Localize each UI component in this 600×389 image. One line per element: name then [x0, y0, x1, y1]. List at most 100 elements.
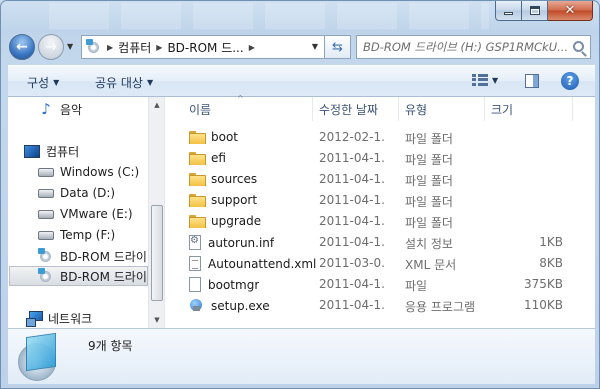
- background-ghost-text: [49, 3, 489, 29]
- file-size: 8KB: [539, 256, 563, 270]
- minimize-button[interactable]: [495, 1, 522, 21]
- nav-item-bd-rom-drive-selected[interactable]: BD-ROM 드라이: [9, 266, 148, 286]
- nav-scrollbar[interactable]: ▲ ▼: [148, 97, 164, 328]
- maximize-button[interactable]: [522, 1, 548, 21]
- folder-icon: [189, 193, 206, 207]
- file-name-cell: upgrade: [189, 214, 261, 228]
- share-with-button[interactable]: 공유 대상 ▼: [95, 74, 153, 91]
- file-name-cell: sources: [189, 172, 257, 186]
- nav-item-label: VMware (E:): [60, 207, 133, 221]
- nav-item-data-drive[interactable]: Data (D:): [38, 183, 164, 203]
- file-name: upgrade: [211, 214, 262, 228]
- scroll-up-icon[interactable]: ▲: [149, 97, 164, 113]
- breadcrumb-bd-rom[interactable]: BD-ROM 드...: [167, 39, 243, 56]
- chevron-down-icon: ▼: [53, 78, 60, 87]
- file-date: 2011-04-1...: [319, 298, 385, 312]
- document-icon: [189, 256, 201, 271]
- organize-button[interactable]: 구성 ▼: [27, 74, 59, 91]
- file-name: setup.exe: [211, 298, 270, 313]
- file-name-cell: Autounattend.xml: [189, 256, 316, 271]
- crumb-separator-icon[interactable]: ▶: [156, 43, 162, 52]
- caption-buttons: ✕: [495, 1, 593, 21]
- search-box[interactable]: BD-ROM 드라이브 (H:) GSP1RMCkU...: [356, 35, 591, 59]
- file-name: efi: [211, 151, 226, 165]
- file-date: 2011-04-1...: [319, 193, 385, 207]
- nav-item-label: 음악: [60, 102, 83, 117]
- nav-item-bd-rom-drive[interactable]: BD-ROM 드라이: [38, 246, 164, 266]
- scroll-down-icon[interactable]: ▼: [149, 312, 164, 328]
- file-date: 2011-04-1...: [319, 235, 385, 249]
- file-type: 파일 폴더: [405, 132, 453, 146]
- chevron-down-icon: ▼: [146, 78, 154, 87]
- folder-icon: [189, 151, 206, 165]
- file-size: 1KB: [539, 235, 563, 249]
- nav-item-windows-drive[interactable]: Windows (C:): [38, 162, 164, 182]
- close-icon: ✕: [564, 3, 576, 18]
- forward-button[interactable]: →: [38, 34, 64, 60]
- preview-pane-button[interactable]: [525, 74, 539, 88]
- nav-item-music[interactable]: ♪ 음악: [38, 99, 164, 119]
- breadcrumb-computer[interactable]: 컴퓨터: [118, 39, 151, 56]
- nav-item-network[interactable]: 네트워크: [26, 308, 164, 328]
- file-name: boot: [211, 130, 239, 144]
- scrollbar-thumb[interactable]: [151, 205, 163, 301]
- column-header-size[interactable]: 크기: [485, 97, 573, 121]
- address-dropdown-icon[interactable]: ▼: [312, 42, 318, 51]
- file-row[interactable]: Autounattend.xml 2011-03-0... XML 문서 8KB: [183, 253, 573, 274]
- refresh-button[interactable]: ⇆: [325, 35, 351, 59]
- network-icon: [26, 311, 43, 327]
- column-header-label: 수정한 날짜: [319, 102, 379, 117]
- back-button[interactable]: ←: [9, 34, 35, 60]
- navigation-row: ← → ▼ ▶ 컴퓨터 ▶ BD-ROM 드... ▶ ▼ ⇆ BD-ROM 드…: [7, 31, 595, 63]
- file-name-cell: bootmgr: [189, 277, 259, 292]
- file-row[interactable]: sources 2011-04-1... 파일 폴더: [183, 169, 573, 190]
- crumb-separator-icon[interactable]: ▶: [249, 43, 255, 52]
- column-header-date[interactable]: 수정한 날짜: [313, 97, 399, 121]
- nav-item-computer[interactable]: 컴퓨터: [24, 141, 164, 161]
- forward-arrow-icon: →: [45, 39, 57, 55]
- nav-item-label: BD-ROM 드라이: [60, 269, 147, 284]
- file-row[interactable]: setup.exe 2011-04-1... 응용 프로그램 110KB: [183, 295, 573, 316]
- file-row[interactable]: upgrade 2011-04-1... 파일 폴더: [183, 211, 573, 232]
- file-name: bootmgr: [208, 277, 260, 292]
- back-arrow-icon: ←: [16, 39, 28, 55]
- file-row[interactable]: bootmgr 2011-04-1... 파일 375KB: [183, 274, 573, 295]
- search-icon[interactable]: [573, 41, 584, 52]
- refresh-icon: ⇆: [332, 39, 343, 55]
- file-name: support: [211, 193, 258, 207]
- file-type: 파일 폴더: [405, 216, 453, 230]
- settings-file-icon: [189, 235, 201, 250]
- file-icon: [189, 277, 201, 292]
- nav-item-vmware-drive[interactable]: VMware (E:): [38, 204, 164, 224]
- file-row[interactable]: boot 2012-02-1... 파일 폴더: [183, 127, 573, 148]
- drive-icon: [38, 230, 54, 240]
- file-name-cell: autorun.inf: [189, 235, 274, 250]
- file-row[interactable]: efi 2011-04-1... 파일 폴더: [183, 148, 573, 169]
- recent-pages-dropdown-icon[interactable]: ▼: [67, 42, 73, 51]
- address-bar[interactable]: ▶ 컴퓨터 ▶ BD-ROM 드... ▶ ▼: [81, 35, 325, 59]
- search-input[interactable]: BD-ROM 드라이브 (H:) GSP1RMCkU...: [357, 39, 569, 55]
- item-count: 9개 항목: [88, 339, 133, 353]
- nav-item-temp-drive[interactable]: Temp (F:): [38, 225, 164, 245]
- column-header-type[interactable]: 유형: [399, 97, 485, 121]
- file-row[interactable]: autorun.inf 2011-04-1... 설치 정보 1KB: [183, 232, 573, 253]
- close-button[interactable]: ✕: [548, 1, 593, 21]
- disc-drive-icon: [18, 332, 64, 381]
- chevron-down-icon: ▼: [492, 75, 499, 85]
- crumb-separator-icon[interactable]: ▶: [107, 43, 113, 52]
- help-button[interactable]: ?: [561, 72, 579, 90]
- nav-item-label: Temp (F:): [60, 228, 116, 242]
- file-list: ^ 이름 수정한 날짜 유형 크기 boot 2012-02-1... 파일 폴…: [164, 94, 595, 328]
- change-view-button[interactable]: ▼: [472, 74, 498, 86]
- minimize-icon: [504, 12, 513, 15]
- file-type: 파일 폴더: [405, 195, 453, 209]
- command-bar: 구성 ▼ 공유 대상 ▼ ▼ ?: [8, 65, 595, 97]
- file-row[interactable]: support 2011-04-1... 파일 폴더: [183, 190, 573, 211]
- sort-ascending-icon: ^: [237, 94, 244, 103]
- file-type: 파일 폴더: [405, 153, 453, 167]
- view-details-icon: [472, 74, 488, 86]
- column-header-name[interactable]: ^ 이름: [183, 94, 313, 121]
- file-date: 2011-03-0...: [319, 256, 385, 270]
- nav-item-label: Windows (C:): [60, 165, 140, 179]
- folder-icon: [189, 214, 206, 228]
